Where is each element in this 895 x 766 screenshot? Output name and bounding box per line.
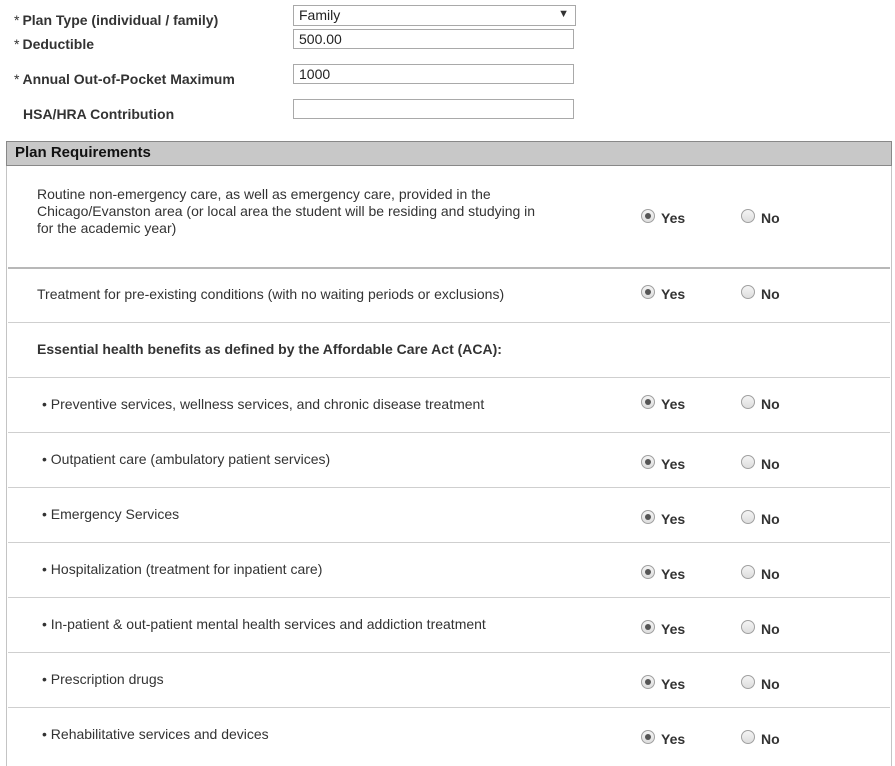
hsa-input[interactable] — [293, 99, 574, 119]
row-divider — [8, 652, 890, 653]
radio-no-mental-health[interactable] — [741, 620, 755, 634]
requirement-line: Chicago/Evanston area (or local area the… — [37, 203, 536, 219]
requirement-prescription: • Prescription drugs — [42, 671, 164, 687]
oop-max-label: * Annual Out-of-Pocket Maximum — [14, 71, 235, 87]
radio-yes-prescription[interactable] — [641, 675, 655, 689]
radio-no-outpatient[interactable] — [741, 455, 755, 469]
required-marker: * — [14, 12, 20, 28]
radio-no-rehabilitative[interactable] — [741, 730, 755, 744]
requirement-hospitalization: • Hospitalization (treatment for inpatie… — [42, 561, 323, 577]
radio-no-emergency[interactable] — [741, 510, 755, 524]
required-marker: * — [14, 71, 20, 87]
row-divider — [8, 377, 890, 378]
plan-requirements-header: Plan Requirements — [6, 141, 892, 166]
yes-label: Yes — [661, 566, 686, 582]
section-title: Plan Requirements — [15, 144, 151, 161]
radio-yes-pre-existing[interactable] — [641, 285, 655, 299]
no-label: No — [761, 396, 780, 412]
radio-no-prescription[interactable] — [741, 675, 755, 689]
yes-label: Yes — [661, 621, 686, 637]
no-label: No — [761, 456, 780, 472]
row-divider — [8, 267, 890, 269]
yes-label: Yes — [661, 511, 686, 527]
hsa-label: HSA/HRA Contribution — [23, 106, 175, 122]
no-label: No — [761, 621, 780, 637]
oop-max-input[interactable] — [293, 64, 574, 84]
oop-max-label-text: Annual Out-of-Pocket Maximum — [22, 71, 235, 87]
requirement-line: Routine non-emergency care, as well as e… — [37, 186, 491, 202]
yes-label: Yes — [661, 731, 686, 747]
requirement-mental-health: • In-patient & out-patient mental health… — [42, 616, 486, 632]
requirement-preventive: • Preventive services, wellness services… — [42, 396, 485, 412]
plan-type-label: * Plan Type (individual / family) — [14, 12, 218, 28]
radio-no-hospitalization[interactable] — [741, 565, 755, 579]
radio-yes-hospitalization[interactable] — [641, 565, 655, 579]
essential-benefits-heading: Essential health benefits as defined by … — [37, 341, 502, 357]
requirement-rehabilitative: • Rehabilitative services and devices — [42, 726, 269, 742]
yes-label: Yes — [661, 456, 686, 472]
requirement-routine-care: Routine non-emergency care, as well as e… — [37, 186, 535, 237]
radio-yes-outpatient[interactable] — [641, 455, 655, 469]
yes-label: Yes — [661, 210, 686, 226]
requirement-line: for the academic year) — [37, 220, 177, 236]
required-marker: * — [14, 36, 20, 52]
deductible-input[interactable] — [293, 29, 574, 49]
plan-type-label-text: Plan Type (individual / family) — [22, 12, 219, 28]
yes-label: Yes — [661, 286, 686, 302]
radio-yes-emergency[interactable] — [641, 510, 655, 524]
no-label: No — [761, 511, 780, 527]
row-divider — [8, 322, 890, 323]
radio-no-preventive[interactable] — [741, 395, 755, 409]
no-label: No — [761, 286, 780, 302]
radio-yes-routine-care[interactable] — [641, 209, 655, 223]
no-label: No — [761, 676, 780, 692]
row-divider — [8, 597, 890, 598]
requirement-emergency: • Emergency Services — [42, 506, 180, 522]
radio-yes-preventive[interactable] — [641, 395, 655, 409]
radio-no-routine-care[interactable] — [741, 209, 755, 223]
radio-yes-mental-health[interactable] — [641, 620, 655, 634]
radio-yes-rehabilitative[interactable] — [641, 730, 655, 744]
chevron-down-icon: ▼ — [558, 8, 569, 20]
requirement-pre-existing: Treatment for pre-existing conditions (w… — [37, 286, 505, 302]
requirement-outpatient: • Outpatient care (ambulatory patient se… — [42, 451, 331, 467]
deductible-label-text: Deductible — [22, 36, 95, 52]
plan-type-select[interactable]: Family ▼ — [293, 5, 576, 26]
yes-label: Yes — [661, 676, 686, 692]
no-label: No — [761, 566, 780, 582]
plan-type-selected-value: Family — [299, 7, 341, 23]
row-divider — [8, 542, 890, 543]
radio-no-pre-existing[interactable] — [741, 285, 755, 299]
row-divider — [8, 487, 890, 488]
no-label: No — [761, 731, 780, 747]
no-label: No — [761, 210, 780, 226]
yes-label: Yes — [661, 396, 686, 412]
row-divider — [8, 707, 890, 708]
deductible-label: * Deductible — [14, 36, 94, 52]
row-divider — [8, 432, 890, 433]
